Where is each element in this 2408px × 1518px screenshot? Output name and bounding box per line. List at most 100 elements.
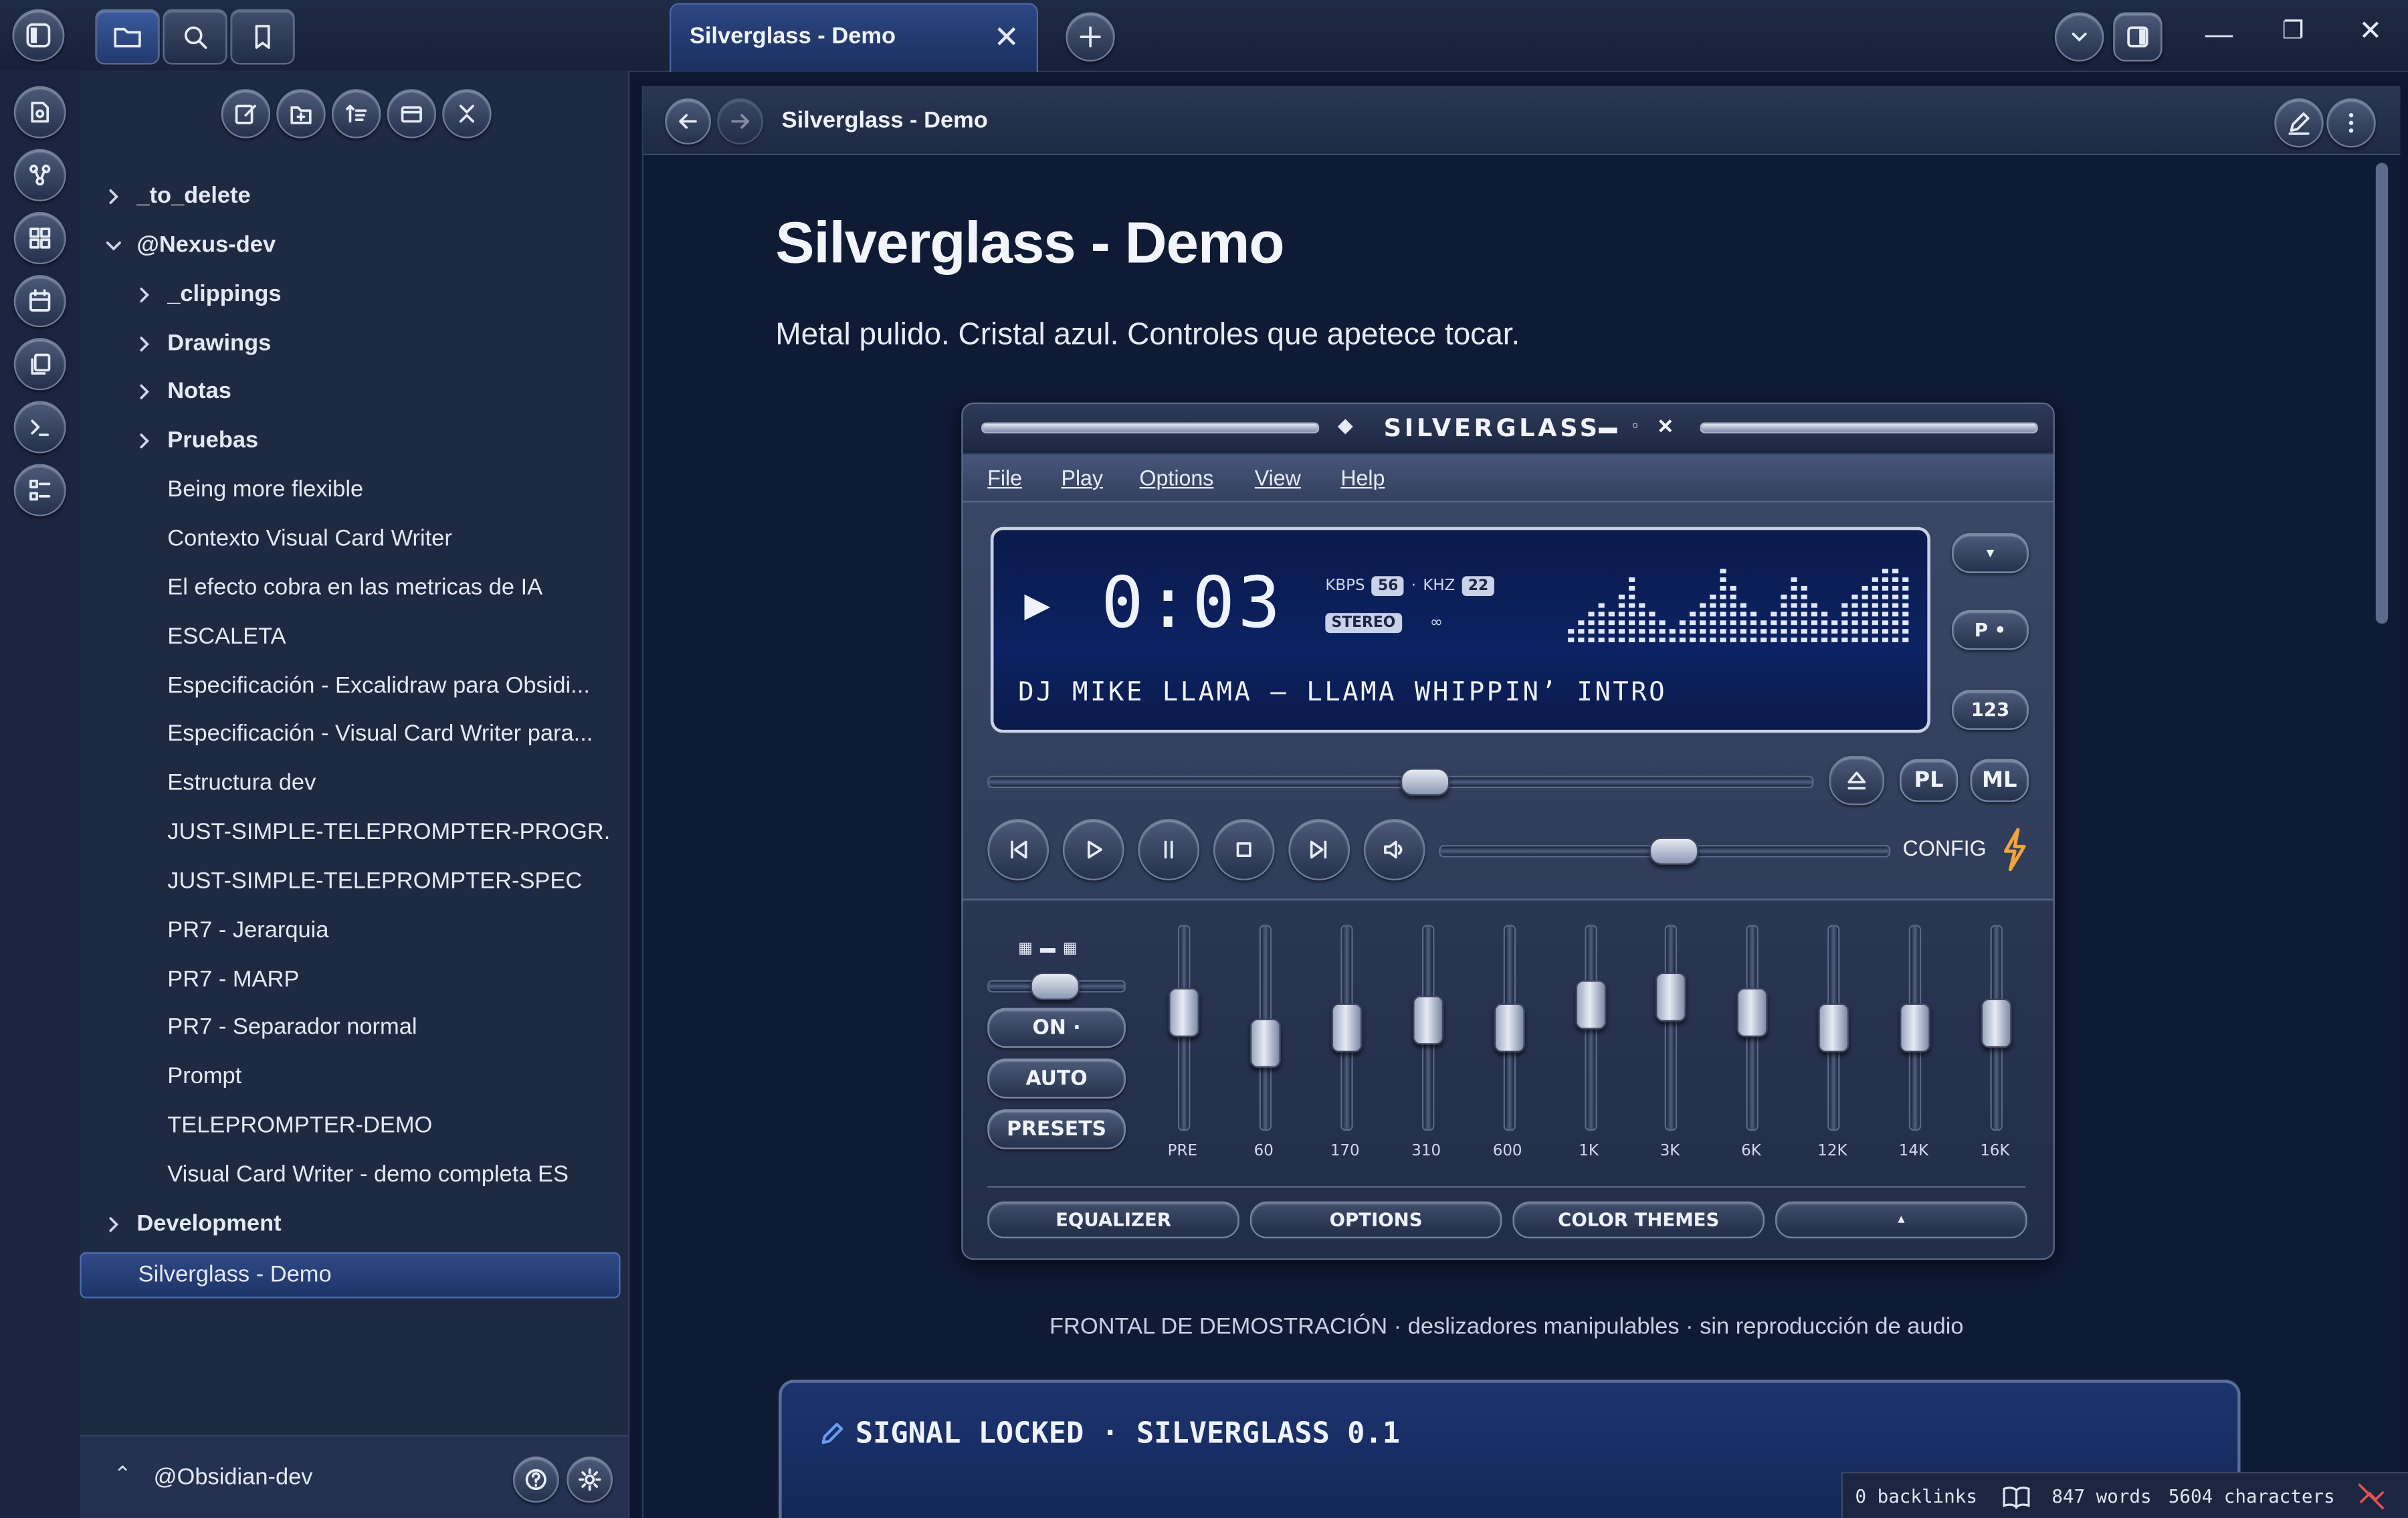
playlist-button[interactable]: PL bbox=[1900, 759, 1959, 802]
tree-folder[interactable]: Notas bbox=[80, 371, 609, 413]
player-menu-play[interactable]: Play bbox=[1061, 455, 1103, 501]
media-library-button[interactable]: ML bbox=[1970, 759, 2029, 802]
tree-file[interactable]: JUST-SIMPLE-TELEPROMPTER-SPEC bbox=[80, 860, 609, 903]
close-window-icon[interactable]: ✕ bbox=[2359, 15, 2383, 48]
tree-file[interactable]: PR7 - MARP bbox=[80, 958, 609, 1001]
eq-slider-knob[interactable] bbox=[1981, 998, 2012, 1048]
tree-file[interactable]: TELEPROMPTER-DEMO bbox=[80, 1105, 609, 1148]
search-icon[interactable] bbox=[163, 9, 227, 65]
player-titlebar[interactable]: ◆ SILVERGLASS ▬ ▫ ✕ bbox=[963, 403, 2053, 454]
tree-folder[interactable]: @Nexus-dev bbox=[80, 224, 609, 267]
player-menu-options[interactable]: Options bbox=[1140, 455, 1214, 501]
restore-icon[interactable]: ❐ bbox=[2282, 15, 2304, 46]
chevron-down-icon[interactable] bbox=[103, 224, 124, 267]
player-close-icon[interactable]: ✕ bbox=[1657, 415, 1674, 440]
volume-knob[interactable] bbox=[1649, 837, 1698, 865]
tree-folder[interactable]: _to_delete bbox=[80, 175, 609, 218]
close-tab-icon[interactable]: ✕ bbox=[993, 19, 1019, 57]
eq-slider-knob[interactable] bbox=[1412, 995, 1443, 1045]
play-icon[interactable] bbox=[1062, 819, 1124, 880]
chevron-right-icon[interactable] bbox=[134, 420, 155, 463]
graph-view-icon[interactable] bbox=[13, 149, 66, 201]
eq-slider-knob[interactable] bbox=[1656, 971, 1687, 1022]
chevron-right-icon[interactable] bbox=[134, 371, 155, 413]
edit-pencil-icon[interactable] bbox=[2274, 98, 2324, 148]
player-menu-help[interactable]: Help bbox=[1340, 455, 1385, 501]
color-themes-tab[interactable]: COLOR THEMES bbox=[1512, 1201, 1765, 1238]
config-label[interactable]: CONFIG bbox=[1903, 836, 1987, 860]
eq-slider-knob[interactable] bbox=[1737, 987, 1769, 1037]
minimize-icon[interactable]: — bbox=[2205, 19, 2233, 51]
eq-slider-knob[interactable] bbox=[1169, 987, 1200, 1037]
config-bolt-icon[interactable] bbox=[2001, 828, 2029, 872]
tree-file[interactable]: Silverglass - Demo bbox=[80, 1251, 621, 1298]
collapse-tab[interactable]: ▴ bbox=[1775, 1201, 2027, 1238]
forward-arrow-icon[interactable] bbox=[717, 98, 764, 145]
chevron-right-icon[interactable] bbox=[103, 175, 124, 218]
open-quick-switcher-icon[interactable] bbox=[13, 86, 66, 138]
new-folder-icon[interactable] bbox=[276, 89, 326, 138]
spectrum-analyzer[interactable] bbox=[1568, 551, 1912, 644]
eq-slider-knob[interactable] bbox=[1818, 1003, 1849, 1053]
settings-gear-icon[interactable] bbox=[567, 1456, 613, 1503]
eq-slider-knob[interactable] bbox=[1493, 1003, 1524, 1053]
chevron-right-icon[interactable] bbox=[103, 1203, 124, 1246]
p-button[interactable]: P • bbox=[1952, 609, 2029, 650]
sidebar-toggle-icon[interactable] bbox=[12, 9, 65, 62]
right-sidebar-toggle-icon[interactable] bbox=[2113, 12, 2163, 62]
tree-file[interactable]: Contexto Visual Card Writer bbox=[80, 518, 609, 561]
help-icon[interactable] bbox=[512, 1456, 559, 1503]
templates-icon[interactable] bbox=[13, 338, 66, 391]
next-icon[interactable] bbox=[1288, 819, 1350, 880]
eq-slider-knob[interactable] bbox=[1331, 1003, 1362, 1053]
eq-slider-track[interactable] bbox=[1665, 925, 1678, 1131]
tree-file[interactable]: Visual Card Writer - demo completa ES bbox=[80, 1154, 609, 1197]
tree-file[interactable]: PR7 - Jerarquia bbox=[80, 909, 609, 952]
scrollbar[interactable] bbox=[2375, 163, 2389, 624]
more-options-icon[interactable] bbox=[2326, 98, 2376, 148]
shade-icon[interactable]: ▬ bbox=[1599, 416, 1617, 438]
options-tab[interactable]: OPTIONS bbox=[1249, 1201, 1502, 1238]
tree-folder[interactable]: Development bbox=[80, 1203, 609, 1246]
auto-reveal-icon[interactable] bbox=[387, 89, 437, 138]
backlinks-count[interactable]: 0 backlinks bbox=[1855, 1486, 1977, 1507]
tree-file[interactable]: ESCALETA bbox=[80, 615, 609, 658]
chevron-down-icon[interactable] bbox=[2054, 12, 2104, 62]
tree-file[interactable]: PR7 - Separador normal bbox=[80, 1007, 609, 1050]
seek-knob[interactable] bbox=[1401, 768, 1450, 796]
time-display[interactable]: 0:03 bbox=[1101, 561, 1284, 644]
equalizer-tab[interactable]: EQUALIZER bbox=[987, 1201, 1239, 1238]
new-note-icon[interactable] bbox=[221, 89, 271, 138]
mini-icon[interactable]: ▫ bbox=[1633, 418, 1638, 435]
chevron-right-icon[interactable] bbox=[134, 322, 155, 365]
tab-active[interactable]: Silverglass - Demo ✕ bbox=[670, 3, 1039, 72]
tree-file[interactable]: El efecto cobra en las metricas de IA bbox=[80, 567, 609, 609]
files-tab-icon[interactable] bbox=[95, 9, 160, 65]
tree-file[interactable]: Especificación - Excalidraw para Obsidi.… bbox=[80, 664, 609, 707]
dropdown-button[interactable]: ▾ bbox=[1952, 533, 2029, 573]
eq-slider-knob[interactable] bbox=[1575, 979, 1606, 1029]
back-arrow-icon[interactable] bbox=[665, 98, 712, 145]
player-menu-file[interactable]: File bbox=[987, 455, 1022, 501]
vault-switcher-icon[interactable]: ⌃ bbox=[114, 1461, 132, 1487]
tree-file[interactable]: JUST-SIMPLE-TELEPROMPTER-PROGR... bbox=[80, 812, 609, 854]
tree-file[interactable]: Especificación - Visual Card Writer para… bbox=[80, 713, 609, 756]
vault-name[interactable]: @Obsidian-dev bbox=[154, 1464, 313, 1491]
terminal-icon[interactable] bbox=[13, 401, 66, 454]
outline-icon[interactable] bbox=[13, 464, 66, 516]
player-menu-view[interactable]: View bbox=[1255, 455, 1301, 501]
eject-icon[interactable] bbox=[1829, 755, 1885, 805]
tree-file[interactable]: Being more flexible bbox=[80, 469, 609, 512]
chevron-right-icon[interactable] bbox=[134, 273, 155, 316]
previous-icon[interactable] bbox=[987, 819, 1049, 880]
tree-file[interactable]: Estructura dev bbox=[80, 762, 609, 805]
stop-icon[interactable] bbox=[1213, 819, 1275, 880]
calendar-icon[interactable] bbox=[13, 275, 66, 328]
volume-icon[interactable] bbox=[1363, 819, 1425, 880]
sort-icon[interactable] bbox=[331, 89, 381, 138]
eq-slider-knob[interactable] bbox=[1249, 1019, 1281, 1068]
sync-off-icon[interactable] bbox=[2356, 1481, 2387, 1512]
tree-folder[interactable]: _clippings bbox=[80, 273, 609, 316]
bookmark-icon[interactable] bbox=[230, 9, 295, 65]
canvas-icon[interactable] bbox=[13, 211, 66, 264]
